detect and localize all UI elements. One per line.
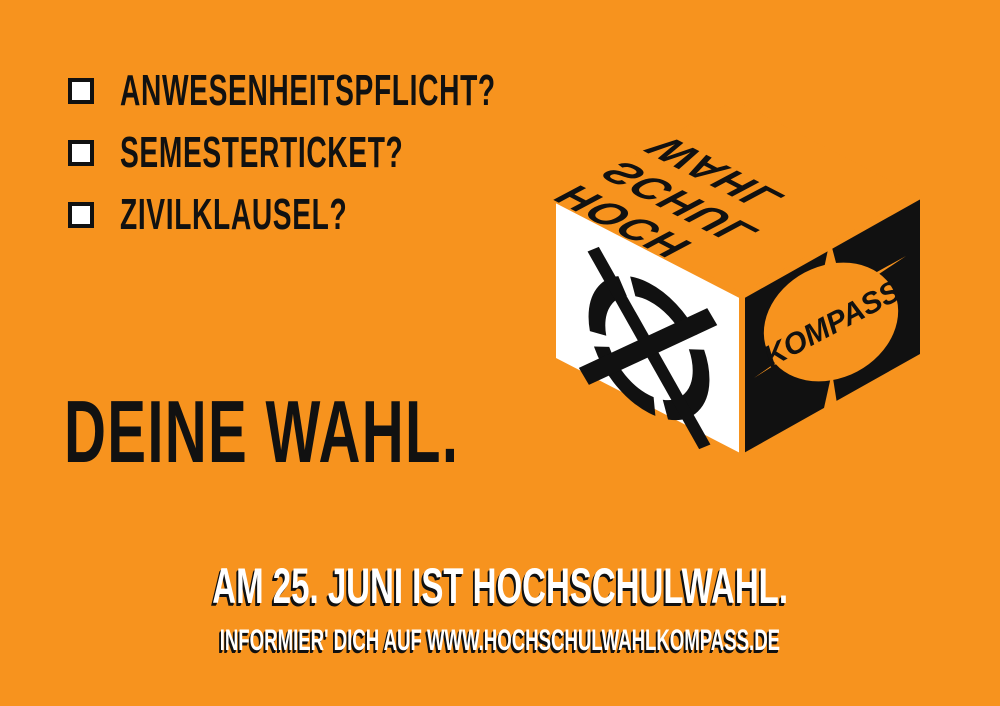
hochschulwahl-cube-logo: HOCH SCHUL WAHL KOMPASS <box>548 100 922 454</box>
footer-date-line: AM 25. JUNI IST HOCHSCHULWAHL. <box>212 558 788 614</box>
checklist-label-zivilklausel: ZIVILKLAUSEL? <box>120 190 348 239</box>
footer-website-line: INFORMIER' DICH AUF WWW.HOCHSCHULWAHLKOM… <box>219 624 781 657</box>
checkbox <box>68 202 94 228</box>
checklist-label-semesterticket: SEMESTERTICKET? <box>120 128 404 177</box>
checkbox <box>68 140 94 166</box>
checklist-label-anwesenheitspflicht: ANWESENHEITSPFLICHT? <box>120 66 496 115</box>
checkbox <box>68 78 94 104</box>
